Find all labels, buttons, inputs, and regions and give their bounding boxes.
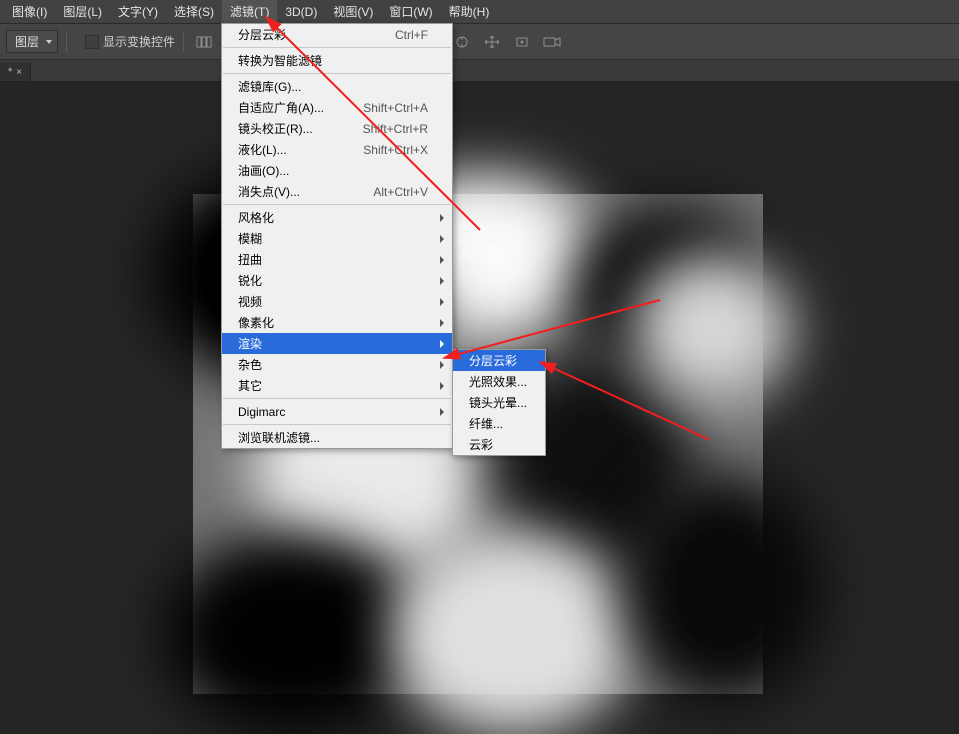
align-icon[interactable] <box>192 30 216 54</box>
menu-separator <box>223 424 451 425</box>
menu-item-label: 液化(L)... <box>238 141 287 158</box>
menu-item[interactable]: 渲染 <box>222 333 452 354</box>
submenu-item[interactable]: 光照效果... <box>453 371 545 392</box>
menu-item-label: 转换为智能滤镜 <box>238 52 322 69</box>
close-icon[interactable]: × <box>16 67 22 78</box>
chevron-right-icon <box>440 214 444 222</box>
menu-item[interactable]: 视频 <box>222 291 452 312</box>
menu-separator <box>223 47 451 48</box>
menu-item[interactable]: 风格化 <box>222 207 452 228</box>
menu-item-label: 扭曲 <box>238 251 262 268</box>
chevron-right-icon <box>440 361 444 369</box>
checkbox-icon <box>85 35 99 49</box>
chevron-right-icon <box>440 298 444 306</box>
layer-combo[interactable]: 图层 <box>6 30 58 53</box>
menu-item[interactable]: 自适应广角(A)... Shift+Ctrl+A <box>222 97 452 118</box>
menu-item[interactable]: 消失点(V)... Alt+Ctrl+V <box>222 181 452 202</box>
menu-item[interactable]: 分层云彩 Ctrl+F <box>222 24 452 45</box>
menu-item-shortcut: Alt+Ctrl+V <box>373 185 428 199</box>
menu-item[interactable]: 图层(L) <box>55 0 110 23</box>
menu-item-label: 模糊 <box>238 230 262 247</box>
menu-item-label: 消失点(V)... <box>238 183 300 200</box>
menu-bar: 图像(I)图层(L)文字(Y)选择(S)滤镜(T)3D(D)视图(V)窗口(W)… <box>0 0 959 24</box>
menu-item[interactable]: 帮助(H) <box>441 0 498 23</box>
3d-camera-icon[interactable] <box>540 30 564 54</box>
menu-item[interactable]: Digimarc <box>222 401 452 422</box>
chevron-right-icon <box>440 235 444 243</box>
render-submenu: 分层云彩光照效果...镜头光晕...纤维...云彩 <box>452 349 546 456</box>
submenu-item[interactable]: 镜头光晕... <box>453 392 545 413</box>
menu-item[interactable]: 窗口(W) <box>381 0 440 23</box>
chevron-right-icon <box>440 382 444 390</box>
menu-item[interactable]: 模糊 <box>222 228 452 249</box>
submenu-item[interactable]: 分层云彩 <box>453 350 545 371</box>
chevron-right-icon <box>440 408 444 416</box>
filter-menu-dropdown: 分层云彩 Ctrl+F 转换为智能滤镜滤镜库(G)... 自适应广角(A)... Shi… <box>221 23 453 449</box>
3d-pan-icon[interactable] <box>480 30 504 54</box>
menu-item[interactable]: 镜头校正(R)... Shift+Ctrl+R <box>222 118 452 139</box>
menu-item-label: 风格化 <box>238 209 274 226</box>
workspace <box>0 82 959 603</box>
menu-item-shortcut: Shift+Ctrl+X <box>363 143 428 157</box>
menu-separator <box>223 398 451 399</box>
menu-item[interactable]: 其它 <box>222 375 452 396</box>
menu-item-label: 渲染 <box>238 335 262 352</box>
3d-slide-icon[interactable] <box>510 30 534 54</box>
menu-item[interactable]: 油画(O)... <box>222 160 452 181</box>
menu-item-shortcut: Shift+Ctrl+R <box>363 122 428 136</box>
menu-item-label: 锐化 <box>238 272 262 289</box>
menu-item[interactable]: 滤镜库(G)... <box>222 76 452 97</box>
submenu-item[interactable]: 纤维... <box>453 413 545 434</box>
menu-item-label: 浏览联机滤镜... <box>238 429 320 446</box>
chevron-right-icon <box>440 340 444 348</box>
menu-item-label: 镜头校正(R)... <box>238 120 313 137</box>
menu-item[interactable]: 像素化 <box>222 312 452 333</box>
show-transform-controls-option[interactable]: 显示变换控件 <box>85 33 175 50</box>
menu-item-label: 杂色 <box>238 356 262 373</box>
menu-item[interactable]: 图像(I) <box>4 0 55 23</box>
menu-item-shortcut: Shift+Ctrl+A <box>363 101 428 115</box>
document-tab[interactable]: * × <box>0 63 31 81</box>
chevron-right-icon <box>440 277 444 285</box>
toolbar-separator <box>66 32 67 52</box>
menu-item[interactable]: 浏览联机滤镜... <box>222 427 452 448</box>
menu-item-shortcut: Ctrl+F <box>395 28 428 42</box>
menu-item[interactable]: 选择(S) <box>166 0 222 23</box>
menu-item[interactable]: 3D(D) <box>277 2 325 22</box>
menu-item-label: 其它 <box>238 377 262 394</box>
menu-item-label: 分层云彩 <box>238 26 286 43</box>
document-tab-strip: * × <box>0 60 959 82</box>
menu-item[interactable]: 文字(Y) <box>110 0 166 23</box>
menu-separator <box>223 73 451 74</box>
menu-item[interactable]: 锐化 <box>222 270 452 291</box>
tab-label: * <box>8 66 12 78</box>
menu-item-label: 油画(O)... <box>238 162 289 179</box>
menu-item-label: Digimarc <box>238 405 285 419</box>
menu-item[interactable]: 杂色 <box>222 354 452 375</box>
chevron-right-icon <box>440 319 444 327</box>
3d-roll-icon[interactable] <box>450 30 474 54</box>
menu-item[interactable]: 视图(V) <box>325 0 381 23</box>
options-bar: 图层 显示变换控件 3D 模式： <box>0 24 959 60</box>
menu-item[interactable]: 扭曲 <box>222 249 452 270</box>
menu-item-label: 像素化 <box>238 314 274 331</box>
menu-item[interactable]: 滤镜(T) <box>222 0 277 23</box>
toolbar-separator <box>183 32 184 52</box>
menu-item[interactable]: 液化(L)... Shift+Ctrl+X <box>222 139 452 160</box>
menu-separator <box>223 204 451 205</box>
chevron-right-icon <box>440 256 444 264</box>
menu-item-label: 视频 <box>238 293 262 310</box>
menu-item-label: 自适应广角(A)... <box>238 99 324 116</box>
menu-item[interactable]: 转换为智能滤镜 <box>222 50 452 71</box>
submenu-item[interactable]: 云彩 <box>453 434 545 455</box>
menu-item-label: 滤镜库(G)... <box>238 78 301 95</box>
checkbox-label: 显示变换控件 <box>103 33 175 50</box>
